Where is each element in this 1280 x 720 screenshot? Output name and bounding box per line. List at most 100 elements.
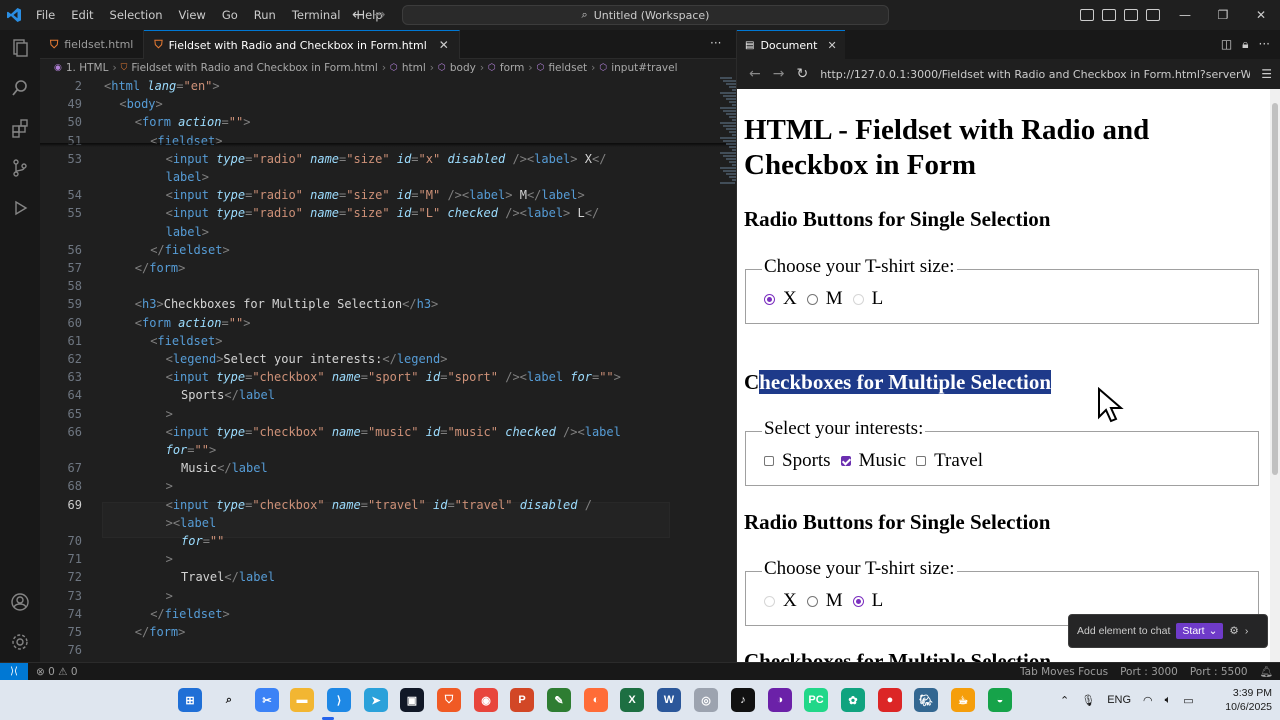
menu-view[interactable]: View	[171, 0, 214, 30]
account-icon[interactable]	[10, 592, 30, 612]
more-actions-icon[interactable]: ···	[710, 36, 721, 50]
tab-fieldset-radio-checkbox[interactable]: ⛉ Fieldset with Radio and Checkbox in Fo…	[144, 30, 460, 59]
language-indicator[interactable]: ENG	[1107, 694, 1131, 706]
telegram-icon[interactable]: ➤	[364, 688, 388, 712]
java-icon[interactable]: ☕︎	[951, 688, 975, 712]
code-line[interactable]: Music</label	[181, 459, 268, 477]
browser-back-icon[interactable]: ←	[749, 66, 761, 82]
breadcrumb-item[interactable]: 1. HTML	[66, 62, 109, 74]
battery-icon[interactable]: ▭	[1183, 694, 1193, 707]
postman-icon[interactable]: ◐	[584, 688, 608, 712]
code-line[interactable]: Travel</label	[181, 568, 275, 586]
restore-icon[interactable]: ❐	[1204, 0, 1242, 30]
minimize-icon[interactable]: —	[1166, 0, 1204, 30]
layout-panel-icon[interactable]	[1080, 9, 1094, 21]
github-desktop-icon[interactable]: ◑	[768, 688, 792, 712]
start-button[interactable]: Start ⌄	[1176, 623, 1224, 639]
radio-l[interactable]	[852, 595, 864, 607]
code-editor[interactable]: 2 49 50 51 53 54 55 56 57 58 59 60 61 62 63 64 65 66 67 68 6…	[40, 77, 736, 662]
chevron-up-icon[interactable]: ⌃	[1060, 694, 1069, 707]
radio-m[interactable]	[806, 293, 818, 305]
menu-run[interactable]: Run	[246, 0, 284, 30]
code-line[interactable]: <input type="checkbox" name="travel" id=…	[166, 496, 592, 514]
code-line[interactable]: <form action="">	[135, 113, 251, 131]
problems-indicator[interactable]: ⊗ 0 ⚠ 0	[36, 666, 78, 678]
snipping-tool-icon[interactable]: ✂	[255, 688, 279, 712]
forward-arrow-icon[interactable]: →	[374, 7, 386, 23]
brave-icon[interactable]: ⛉	[437, 688, 461, 712]
code-line[interactable]: </fieldset>	[150, 241, 229, 259]
port-5500[interactable]: Port : 5500	[1190, 666, 1248, 678]
reload-icon[interactable]: ↻	[796, 66, 808, 82]
microphone-icon[interactable]: 🎙︎	[1081, 694, 1095, 707]
code-line[interactable]: <fieldset>	[150, 332, 222, 350]
excel-icon[interactable]: X	[620, 688, 644, 712]
tab-fieldset-html[interactable]: ⛉ fieldset.html	[40, 30, 145, 59]
split-editor-icon[interactable]: ◫	[1221, 37, 1232, 52]
taskbar-search-icon[interactable]: ⌕	[217, 688, 241, 712]
close-window-icon[interactable]: ✕	[1242, 0, 1280, 30]
menu-file[interactable]: File	[28, 0, 63, 30]
run-debug-icon[interactable]	[10, 198, 30, 218]
file-explorer-icon[interactable]: ▬	[290, 688, 314, 712]
browser-menu-icon[interactable]: ☰	[1261, 67, 1272, 81]
checkbox-music[interactable]	[840, 456, 851, 466]
toggle-sidebar-icon[interactable]	[1102, 9, 1116, 21]
url-bar[interactable]: http://127.0.0.1:3000/Fieldset with Radi…	[820, 68, 1250, 81]
explorer-icon[interactable]	[10, 38, 30, 58]
menu-edit[interactable]: Edit	[63, 0, 101, 30]
code-line[interactable]: </form>	[135, 259, 186, 277]
browser-forward-icon[interactable]: →	[773, 66, 785, 82]
code-line[interactable]: <html lang="en">	[104, 77, 220, 95]
breadcrumb-item[interactable]: body	[450, 62, 476, 74]
radio-x[interactable]	[764, 293, 775, 305]
clock[interactable]: 3:39 PM 10/6/2025	[1212, 686, 1272, 714]
chatgpt-icon[interactable]: ✿	[841, 688, 865, 712]
code-line[interactable]: >	[166, 550, 173, 568]
toggle-secondary-sidebar-icon[interactable]	[1146, 9, 1160, 21]
code-line[interactable]: label>	[166, 168, 209, 186]
breadcrumb-item[interactable]: form	[500, 62, 524, 74]
code-line[interactable]: ><label	[166, 514, 217, 532]
breadcrumb-item[interactable]: Fieldset with Radio and Checkbox in Form…	[131, 62, 377, 74]
toggle-panel-icon[interactable]	[1124, 9, 1138, 21]
tab-document[interactable]: ▤ Document ✕	[737, 30, 845, 59]
powerpoint-icon[interactable]: P	[510, 688, 534, 712]
recorder-icon[interactable]: ●	[878, 688, 902, 712]
back-arrow-icon[interactable]: ←	[352, 7, 364, 23]
breadcrumb-item[interactable]: fieldset	[548, 62, 587, 74]
code-line[interactable]: <input type="radio" name="size" id="x" d…	[166, 150, 607, 168]
code-line[interactable]: <input type="radio" name="size" id="M" /…	[166, 186, 585, 204]
menu-terminal[interactable]: Terminal	[284, 0, 349, 30]
tiktok-icon[interactable]: ♪	[731, 688, 755, 712]
close-browser-tab-icon[interactable]: ✕	[827, 39, 836, 52]
word-icon[interactable]: W	[657, 688, 681, 712]
code-line[interactable]: <h3>Checkboxes for Multiple Selection</h…	[135, 295, 438, 313]
start-menu-icon[interactable]: ⊞	[178, 688, 202, 712]
search-sidebar-icon[interactable]	[10, 78, 30, 98]
scrollbar-thumb[interactable]	[1272, 103, 1278, 475]
network-tool-icon[interactable]: ◎	[694, 688, 718, 712]
port-3000[interactable]: Port : 3000	[1120, 666, 1178, 678]
pycharm-icon[interactable]: PC	[804, 688, 828, 712]
close-tab-icon[interactable]: ✕	[439, 38, 449, 52]
code-line[interactable]: </fieldset>	[150, 605, 229, 623]
code-line[interactable]: <input type="checkbox" name="sport" id="…	[166, 368, 621, 386]
checkbox-sports[interactable]	[764, 456, 774, 466]
wifi-icon[interactable]: ◠	[1143, 694, 1153, 707]
code-line[interactable]: <body>	[119, 95, 162, 113]
source-control-icon[interactable]	[10, 158, 30, 178]
code-line[interactable]: Sports</label	[181, 386, 275, 404]
volume-icon[interactable]: 🔈︎	[1165, 694, 1172, 707]
app-icon[interactable]: ▣	[400, 688, 424, 712]
code-line[interactable]: for="">	[166, 441, 217, 459]
code-line[interactable]: >	[166, 587, 173, 605]
radio-m[interactable]	[806, 595, 818, 607]
chevron-down-icon[interactable]: ⌄	[1209, 625, 1218, 637]
menu-selection[interactable]: Selection	[102, 0, 171, 30]
remote-indicator-icon[interactable]: ⟩⟨	[0, 662, 28, 681]
code-line[interactable]: <input type="checkbox" name="music" id="…	[166, 423, 621, 441]
chevron-right-icon[interactable]: ›	[1245, 625, 1249, 637]
code-line[interactable]: <input type="radio" name="size" id="L" c…	[166, 204, 600, 222]
breadcrumb-item[interactable]: html	[402, 62, 426, 74]
